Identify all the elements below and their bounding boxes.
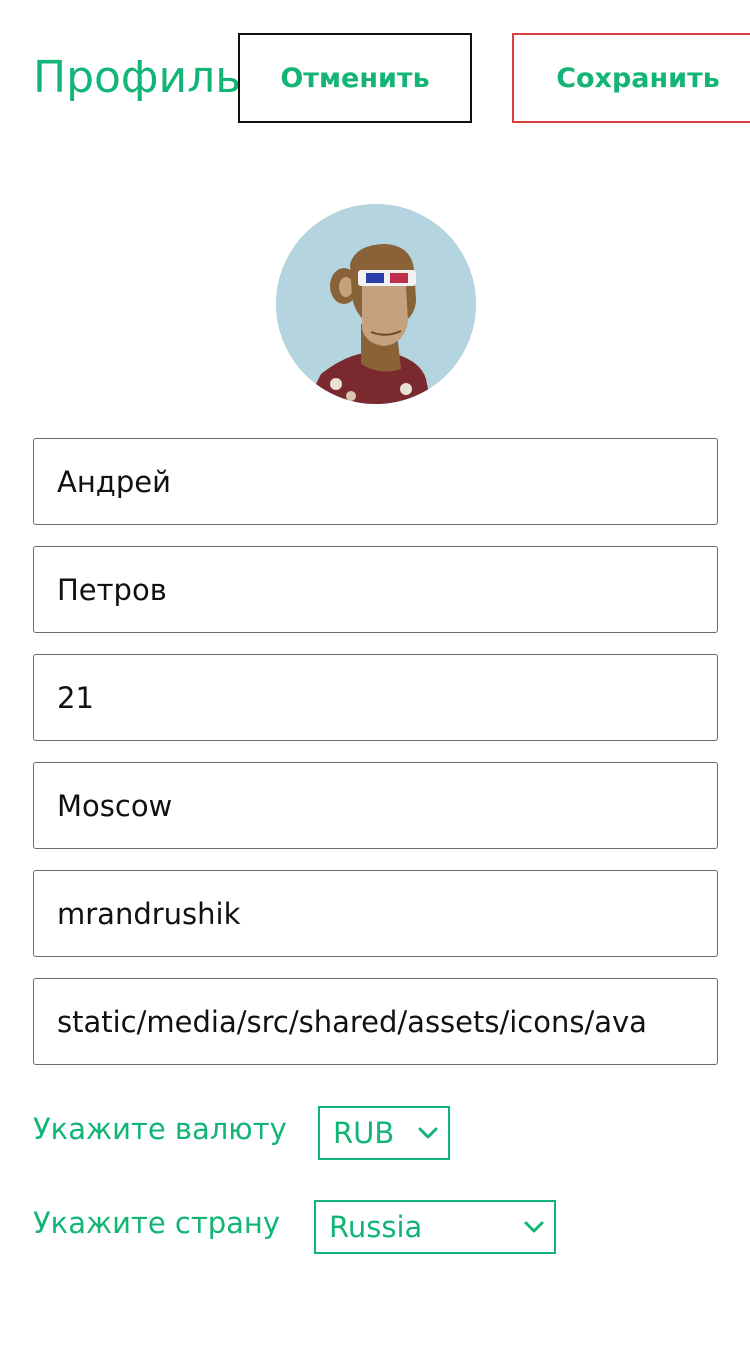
chevron-down-icon [417, 1126, 439, 1140]
avatar[interactable] [276, 204, 476, 404]
save-button[interactable]: Сохранить [512, 33, 750, 123]
currency-select[interactable]: RUB [318, 1106, 450, 1160]
currency-select-value: RUB [333, 1116, 395, 1150]
last-name-field[interactable] [33, 546, 718, 633]
currency-label: Укажите валюту [33, 1112, 287, 1146]
city-field[interactable] [33, 762, 718, 849]
age-field[interactable] [33, 654, 718, 741]
profile-header: Профиль Отменить Сохранить [0, 0, 750, 130]
country-label: Укажите страну [33, 1206, 281, 1240]
first-name-field[interactable] [33, 438, 718, 525]
country-select[interactable]: Russia [314, 1200, 556, 1254]
avatar-path-field[interactable] [33, 978, 718, 1065]
page-title: Профиль [33, 52, 242, 103]
ape-avatar-icon [276, 204, 476, 404]
chevron-down-icon [523, 1220, 545, 1234]
username-field[interactable] [33, 870, 718, 957]
country-select-value: Russia [329, 1210, 423, 1244]
cancel-button[interactable]: Отменить [238, 33, 472, 123]
